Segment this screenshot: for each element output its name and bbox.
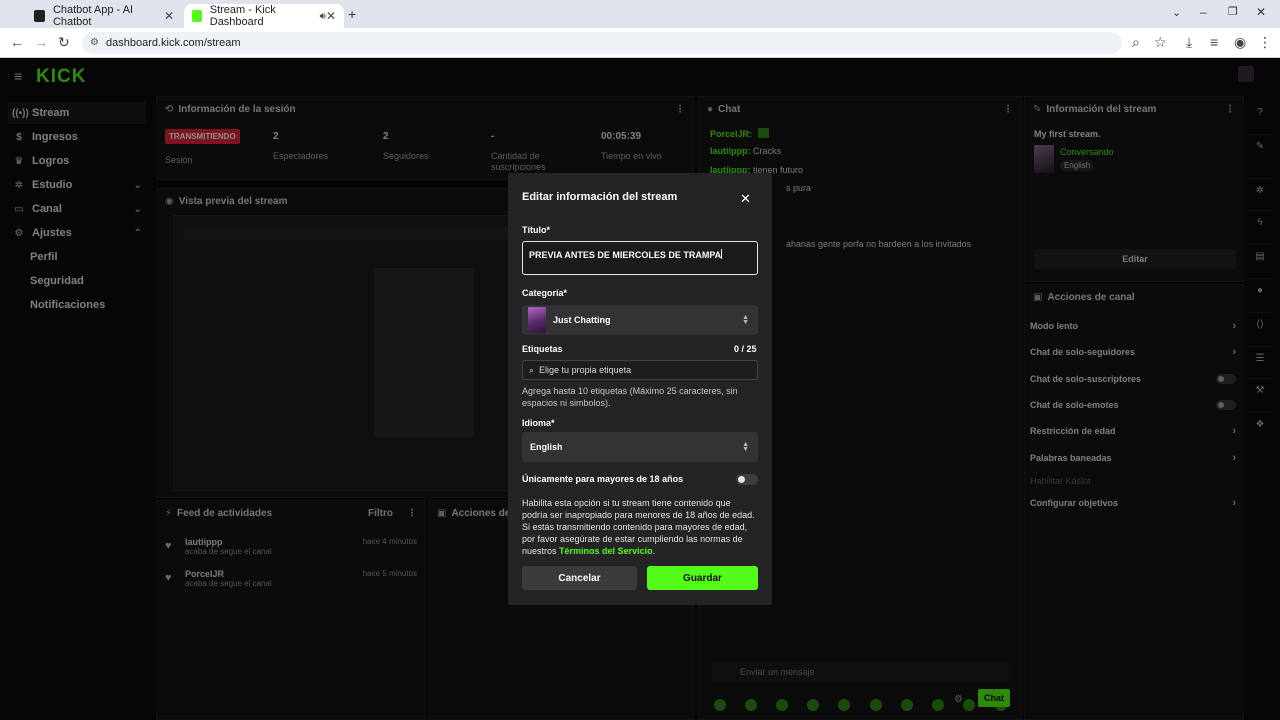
browser-address-bar: ← → ↻ ⚙ dashboard.kick.com/stream ⌕ ☆ ⤓ …	[0, 28, 1280, 58]
language-label: Idioma*	[522, 418, 555, 428]
edit-stream-modal: Editar información del stream ✕ Título* …	[508, 173, 772, 605]
zoom-icon[interactable]: ⌕	[1132, 34, 1140, 51]
tags-count: 0 / 25	[734, 344, 757, 354]
extensions-icon[interactable]: ≡	[1210, 34, 1218, 50]
back-icon[interactable]: ←	[10, 34, 24, 50]
download-icon[interactable]: ⤓	[1186, 34, 1192, 51]
save-button[interactable]: Guardar	[647, 566, 758, 590]
language-select[interactable]: English ▲ ▼	[522, 432, 758, 462]
url-input[interactable]: ⚙ dashboard.kick.com/stream	[82, 32, 1122, 54]
select-arrows-icon: ▲ ▼	[742, 314, 749, 326]
adult-help-text: Habilita esta opción si tu stream tiene …	[522, 498, 755, 556]
forward-icon[interactable]: →	[34, 34, 48, 50]
modal-title: Editar información del stream	[522, 191, 678, 203]
profile-icon[interactable]: ◉	[1234, 34, 1246, 51]
category-thumbnail	[528, 307, 546, 333]
tags-label: Etiquetas	[522, 344, 563, 354]
close-tab-icon[interactable]: ✕	[164, 9, 174, 23]
adult-only-toggle[interactable]	[736, 474, 758, 485]
reload-icon[interactable]: ↻	[58, 34, 70, 51]
new-tab-icon[interactable]: +	[348, 6, 356, 22]
cancel-button[interactable]: Cancelar	[522, 566, 637, 590]
site-info-icon[interactable]: ⚙	[90, 32, 99, 54]
bookmark-star-icon[interactable]: ☆	[1154, 34, 1167, 51]
category-label: Categoría*	[522, 288, 568, 298]
text-caret	[721, 249, 723, 259]
tags-help-text: Agrega hasta 10 etiquetas (Máximo 25 car…	[522, 386, 738, 408]
browser-tab-kick[interactable]: Stream - Kick Dashboard 🔊︎ ✕	[184, 4, 344, 28]
tab-search-icon[interactable]: ⌄	[1172, 6, 1181, 19]
chatbot-favicon-icon	[34, 10, 45, 22]
stream-title-input[interactable]: PREVIA ANTES DE MIERCOLES DE TRAMPA	[522, 241, 758, 275]
tags-search-input[interactable]: ⌕ Elige tu propia etiqueta	[522, 360, 758, 380]
browser-tab-chatbot[interactable]: Chatbot App - AI Chatbot ✕	[26, 4, 182, 28]
adult-only-label: Únicamente para mayores de 18 años	[522, 474, 684, 484]
browser-menu-icon[interactable]: ⋮	[1258, 34, 1272, 51]
kick-favicon-icon	[192, 10, 202, 22]
restore-icon[interactable]: ❐	[1228, 5, 1238, 18]
select-arrows-icon: ▲ ▼	[742, 441, 749, 453]
title-label: Título*	[522, 225, 550, 235]
close-tab-icon[interactable]: ✕	[326, 9, 336, 23]
close-icon[interactable]: ✕	[740, 191, 751, 207]
search-icon: ⌕	[529, 364, 535, 375]
minimize-icon[interactable]: –	[1200, 5, 1207, 19]
terms-link[interactable]: Términos del Servicio	[559, 546, 653, 556]
category-select[interactable]: Just Chatting ▲ ▼	[522, 305, 758, 335]
close-window-icon[interactable]: ✕	[1256, 5, 1266, 19]
browser-tab-bar: Chatbot App - AI Chatbot ✕ Stream - Kick…	[0, 0, 1280, 28]
